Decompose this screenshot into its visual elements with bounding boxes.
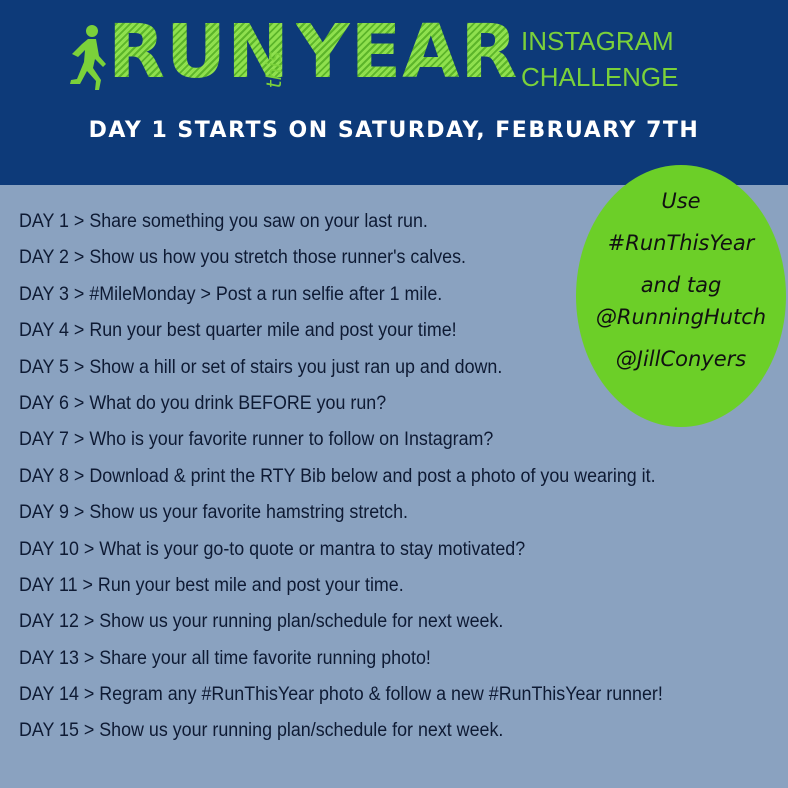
challenge-title-line2: CHALLENGE bbox=[521, 62, 679, 92]
day-item-12: DAY 12 > Show us your running plan/sched… bbox=[19, 611, 504, 633]
day-item-14: DAY 14 > Regram any #RunThisYear photo &… bbox=[19, 684, 663, 706]
bubble-line-use: Use bbox=[661, 189, 701, 213]
bubble-line-running-hutch: @RunningHutch bbox=[595, 305, 767, 329]
day-item-13: DAY 13 > Share your all time favorite ru… bbox=[19, 647, 431, 669]
day-item-10: DAY 10 > What is your go-to quote or man… bbox=[19, 538, 526, 560]
logo-year-text: YEAR bbox=[296, 9, 519, 95]
day-item-9: DAY 9 > Show us your favorite hamstring … bbox=[19, 502, 408, 524]
header-banner: RUN this YEAR INSTAGRAM CHALLENGE DAY 1 … bbox=[0, 0, 788, 185]
challenge-title-line1: INSTAGRAM bbox=[521, 26, 674, 56]
challenge-poster: RUN this YEAR INSTAGRAM CHALLENGE DAY 1 … bbox=[0, 0, 788, 788]
bubble-line-hashtag: #RunThisYear bbox=[607, 231, 755, 255]
bubble-line-jill-conyers: @JillConyers bbox=[615, 347, 747, 371]
day-item-15: DAY 15 > Show us your running plan/sched… bbox=[19, 720, 504, 742]
runner-icon bbox=[70, 25, 106, 90]
logo-this-text: this bbox=[262, 51, 286, 89]
day-item-11: DAY 11 > Run your best mile and post you… bbox=[19, 574, 404, 596]
start-date-heading: DAY 1 STARTS ON SATURDAY, FEBRUARY 7TH bbox=[88, 118, 700, 143]
day-item-8: DAY 8 > Download & print the RTY Bib bel… bbox=[19, 465, 656, 487]
day-item-7: DAY 7 > Who is your favorite runner to f… bbox=[19, 429, 494, 451]
bubble-line-and-tag: and tag bbox=[640, 273, 722, 297]
